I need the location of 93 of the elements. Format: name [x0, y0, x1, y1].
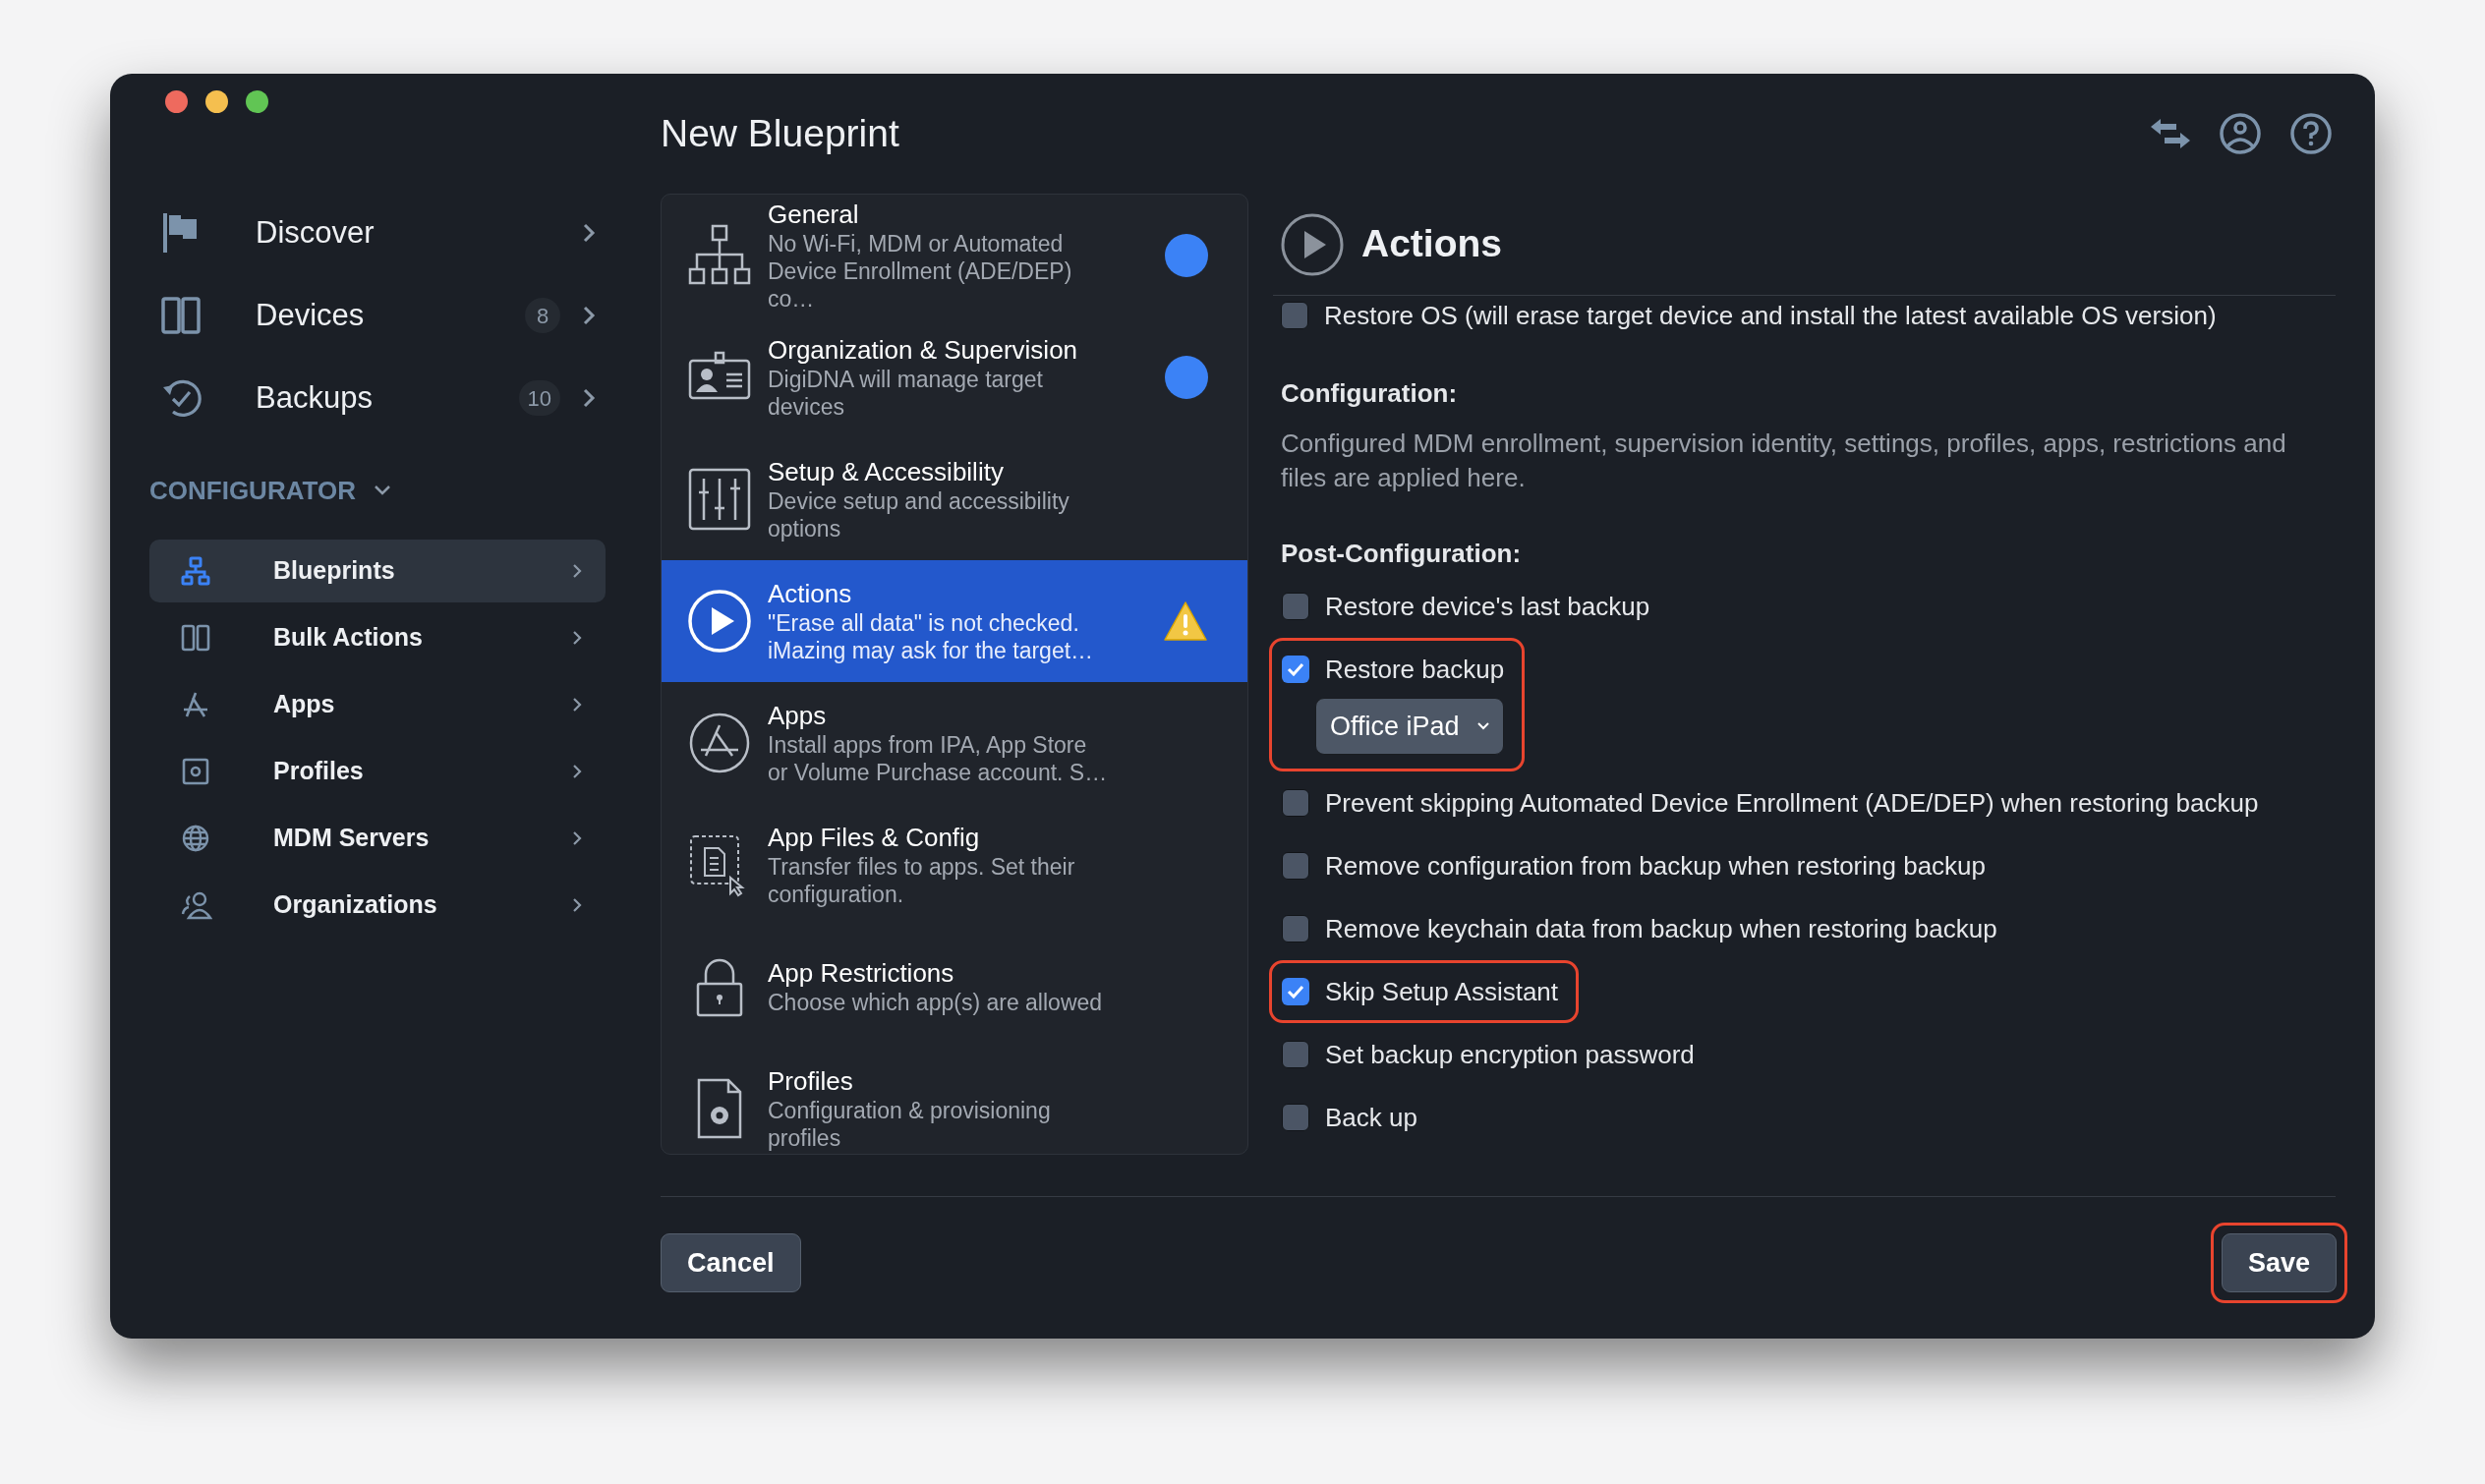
checkbox[interactable] — [1282, 1041, 1309, 1068]
checkbox[interactable] — [1282, 656, 1309, 683]
chevron-icon — [582, 222, 596, 244]
checkbox[interactable] — [1282, 593, 1309, 620]
caret-icon[interactable] — [373, 485, 391, 496]
people-icon — [181, 890, 212, 920]
step-description: Configuration & provisioning profiles — [768, 1097, 1052, 1152]
checkmark-icon — [1287, 985, 1304, 999]
help-icon[interactable] — [2290, 113, 2332, 154]
checkmark-icon — [1287, 662, 1304, 676]
globe-icon — [181, 824, 210, 853]
checkbox-label[interactable]: Remove configuration from backup when restoring backup — [1325, 846, 1987, 885]
step-item[interactable]: General No Wi-Fi, MDM or Automated Device Enrollment (ADE/DEP) co… — [662, 195, 1247, 316]
checkbox[interactable] — [1282, 789, 1309, 817]
step-title: Organization & Supervision — [768, 334, 1079, 366]
sidebar-item[interactable]: Blueprints — [149, 540, 606, 602]
step-item[interactable]: App Files & Config Transfer files to apps. Set their configuration. — [662, 804, 1247, 926]
step-title: Setup & Accessibility — [768, 456, 1005, 487]
checkbox[interactable] — [1282, 852, 1309, 880]
section-heading: Configuration: — [1281, 377, 1459, 410]
nav-item[interactable]: Backups — [256, 374, 519, 422]
zoom-window-button[interactable] — [246, 90, 268, 113]
sidebar-item[interactable]: Apps — [149, 673, 606, 736]
checkbox-label[interactable]: Restore OS (will erase target device and install the latest available OS version) — [1324, 296, 2217, 335]
backup-dropdown[interactable]: Office iPad — [1315, 698, 1504, 755]
app-store-icon — [181, 690, 210, 719]
chevron-icon — [572, 764, 582, 779]
step-item[interactable]: Apps Install apps from IPA, App Store or Volume Purchase account. S… — [662, 682, 1247, 804]
step-title: Actions — [768, 578, 853, 609]
chevron-icon — [572, 630, 582, 646]
swap-arrows-icon[interactable] — [2151, 117, 2190, 150]
backup-clock-icon — [161, 377, 202, 419]
sliders-icon — [687, 467, 752, 532]
step-description: No Wi-Fi, MDM or Automated Device Enrollment (ADE/DEP) co… — [768, 230, 1073, 313]
checkbox-label[interactable]: Back up — [1325, 1098, 1417, 1137]
step-item[interactable]: Actions "Erase all data" is not checked. iMazing may ask for the target… — [662, 560, 1247, 682]
section-description: Configured MDM enrollment, supervision identity, settings, profiles, apps, restrictions and files are applied here. — [1281, 428, 2287, 494]
hierarchy-icon — [181, 556, 210, 586]
step-description: DigiDNA will manage target devices — [768, 366, 1044, 421]
chevron-icon — [572, 697, 582, 713]
checkbox[interactable] — [1282, 915, 1309, 942]
checkbox-label[interactable]: Skip Setup Assistant — [1325, 972, 1559, 1011]
checkbox[interactable] — [1282, 1104, 1309, 1131]
chevron-down-icon — [1476, 722, 1489, 730]
checkbox-label[interactable]: Restore backup — [1325, 650, 1505, 689]
checkbox[interactable] — [1282, 978, 1309, 1005]
play-icon — [687, 589, 752, 654]
step-title: Apps — [768, 700, 828, 731]
count-badge: 8 — [525, 298, 560, 333]
device-icon — [181, 623, 210, 653]
panel-title: Actions — [1361, 221, 1502, 267]
warning-icon — [1163, 600, 1208, 642]
step-item[interactable]: App Restrictions Choose which app(s) are allowed — [662, 926, 1247, 1048]
section-header: CONFIGURATOR — [149, 474, 356, 507]
sidebar-item[interactable]: MDM Servers — [149, 807, 606, 870]
sidebar-item[interactable]: Organizations — [149, 874, 606, 937]
window-title: New Blueprint — [661, 110, 899, 156]
play-icon — [1281, 212, 1344, 276]
step-description: Device setup and accessibility options — [768, 487, 1070, 542]
account-icon[interactable] — [2220, 113, 2261, 154]
device-icon — [161, 296, 201, 335]
chevron-icon — [582, 305, 596, 326]
close-window-button[interactable] — [165, 90, 188, 113]
step-title: App Restrictions — [768, 957, 955, 989]
step-title: Profiles — [768, 1065, 854, 1097]
checkbox-label[interactable]: Prevent skipping Automated Device Enrollment (ADE/DEP) when restoring backup — [1325, 783, 2259, 823]
checkbox-label[interactable]: Remove keychain data from backup when restoring backup — [1325, 909, 1997, 948]
step-description: Install apps from IPA, App Store or Volume Purchase account. S… — [768, 731, 1109, 786]
nav-item[interactable]: Devices — [256, 292, 525, 339]
step-item[interactable]: Setup & Accessibility Device setup and accessibility options — [662, 438, 1247, 560]
minimize-window-button[interactable] — [205, 90, 228, 113]
sidebar-item[interactable]: Profiles — [149, 740, 606, 803]
checkbox-label[interactable]: Set backup encryption password — [1325, 1035, 1695, 1074]
app-store-icon — [687, 711, 752, 775]
step-item[interactable]: Organization & Supervision DigiDNA will manage target devices — [662, 316, 1247, 438]
chevron-icon — [572, 563, 582, 579]
checkbox-label[interactable]: Restore device's last backup — [1325, 587, 1650, 626]
step-title: App Files & Config — [768, 822, 981, 853]
cancel-button[interactable]: Cancel — [661, 1233, 801, 1292]
section-heading: Post-Configuration: — [1281, 538, 1523, 570]
chevron-icon — [572, 830, 582, 846]
count-badge: 10 — [518, 380, 560, 416]
step-title: General — [768, 199, 860, 230]
chevron-icon — [582, 387, 596, 409]
nav-item[interactable]: Discover — [256, 209, 582, 257]
chevron-icon — [572, 897, 582, 913]
save-button[interactable]: Save — [2221, 1233, 2337, 1292]
step-description: "Erase all data" is not checked. iMazing may ask for the target… — [768, 609, 1095, 664]
step-item[interactable]: Profiles Configuration & provisioning profiles — [662, 1048, 1247, 1154]
step-description: Transfer files to apps. Set their configuration. — [768, 853, 1076, 908]
checkbox[interactable] — [1281, 302, 1308, 329]
sidebar-item[interactable]: Bulk Actions — [149, 606, 606, 669]
step-description: Choose which app(s) are allowed — [768, 989, 1104, 1016]
